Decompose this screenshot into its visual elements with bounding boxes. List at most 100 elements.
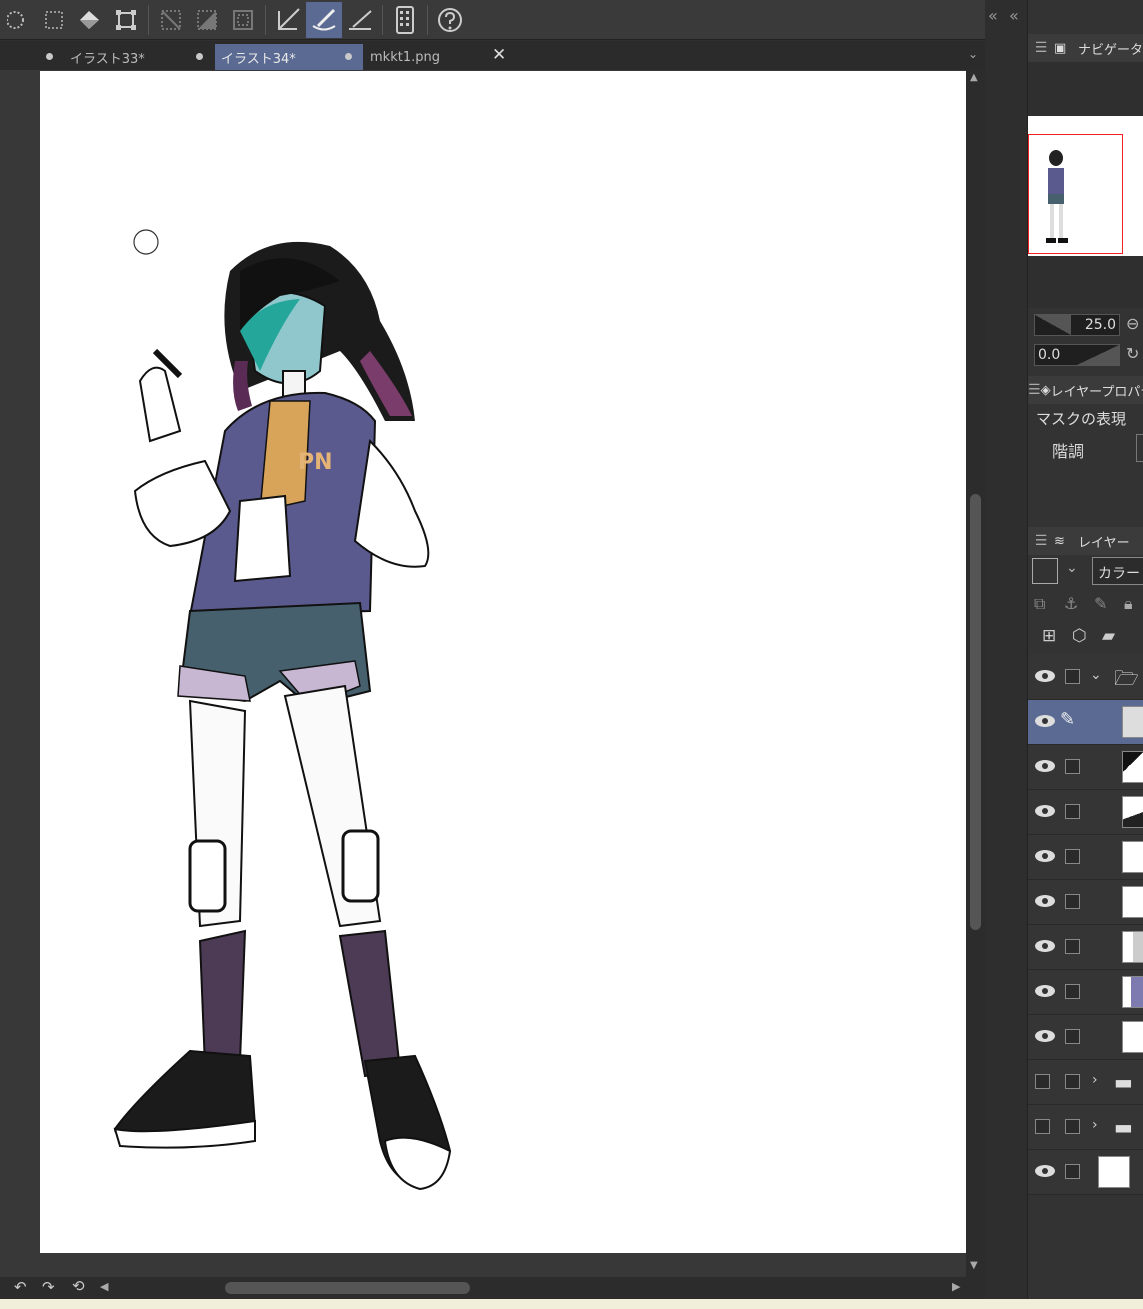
eye-icon[interactable]: [1034, 983, 1056, 1002]
fill-bucket-icon[interactable]: [72, 2, 108, 38]
close-icon[interactable]: ✕: [492, 45, 506, 65]
eye-icon[interactable]: [1034, 893, 1056, 912]
checkbox[interactable]: [1065, 759, 1080, 774]
collapse-left-icon[interactable]: «: [988, 6, 998, 25]
chevron-right-icon[interactable]: ›: [1092, 1072, 1098, 1088]
canvas-area[interactable]: PN ▲ ▼: [0, 70, 985, 1277]
layer-row-paper[interactable]: [1028, 1150, 1143, 1195]
menu-icon[interactable]: ☰: [1028, 40, 1054, 56]
rotation-slider[interactable]: 0.0: [1034, 344, 1120, 366]
clip-icon[interactable]: ⧉: [1034, 594, 1045, 614]
character-illustration: PN: [113, 229, 452, 1191]
rotate-icon[interactable]: ↻: [1126, 344, 1139, 363]
layer-row[interactable]: [1028, 880, 1143, 925]
brush-cursor: [133, 229, 159, 255]
checkbox[interactable]: [1065, 669, 1080, 684]
checkbox[interactable]: [1065, 984, 1080, 999]
menu-icon[interactable]: ☰: [1028, 382, 1041, 398]
document-tab-bar: イラスト33* イラスト34* mkkt1.png ✕ ⌄: [0, 41, 985, 70]
lock-icon[interactable]: 🔒︎: [1124, 594, 1133, 614]
eye-icon[interactable]: [1034, 713, 1056, 732]
canvas-paper[interactable]: PN: [40, 71, 966, 1253]
brush-active-icon[interactable]: [306, 1, 342, 38]
blend-mode-select[interactable]: カラー: [1092, 557, 1143, 585]
layer-row[interactable]: [1028, 745, 1143, 790]
device-icon[interactable]: [387, 2, 423, 38]
chevron-left-icon[interactable]: ◀: [100, 1280, 108, 1293]
zoom-slider[interactable]: 25.0: [1034, 314, 1120, 336]
zoom-out-icon[interactable]: ⊖: [1126, 314, 1139, 333]
panel-splitter[interactable]: « «: [985, 0, 1027, 1299]
checkbox[interactable]: [1065, 849, 1080, 864]
navigator-preview[interactable]: [1028, 62, 1143, 308]
checkbox[interactable]: [1065, 1119, 1080, 1134]
vertical-scroll-thumb[interactable]: [970, 494, 981, 930]
tab-mkkt1[interactable]: mkkt1.png ✕: [364, 44, 512, 70]
layer-row[interactable]: [1028, 835, 1143, 880]
layer-row-folder-closed[interactable]: › ▬: [1028, 1060, 1143, 1105]
checkbox[interactable]: [1065, 939, 1080, 954]
eye-icon[interactable]: [1034, 1028, 1056, 1047]
eye-icon[interactable]: [1034, 1163, 1056, 1182]
layer-row[interactable]: [1028, 1015, 1143, 1060]
checkbox[interactable]: [1065, 1164, 1080, 1179]
gradation-field[interactable]: [1136, 434, 1143, 462]
new-raster-layer-icon[interactable]: ⊞: [1042, 626, 1056, 646]
tab-illust33[interactable]: イラスト33*: [64, 44, 214, 70]
layer-row-folder-closed[interactable]: › ▬: [1028, 1105, 1143, 1150]
rotation-value: 0.0: [1038, 347, 1061, 363]
navigator-panel-header[interactable]: ☰ ▣ ナビゲータ: [1028, 34, 1143, 62]
select-invert-icon[interactable]: [189, 2, 225, 38]
redo-icon[interactable]: ↷: [42, 1278, 55, 1296]
vertical-scrollbar[interactable]: ▲ ▼: [966, 70, 985, 1277]
rotate-reset-icon[interactable]: ⟲: [72, 1277, 85, 1295]
undo-icon[interactable]: ↶: [14, 1278, 27, 1296]
chevron-down-icon[interactable]: ▼: [970, 1260, 978, 1271]
visibility-checkbox[interactable]: [1035, 1119, 1050, 1134]
checkbox[interactable]: [1065, 804, 1080, 819]
dotted-select-icon[interactable]: [36, 2, 72, 38]
layer-row[interactable]: [1028, 790, 1143, 835]
select-clear-icon[interactable]: [153, 2, 189, 38]
eye-icon[interactable]: [1034, 848, 1056, 867]
layer-row-folder-open[interactable]: ⌄ 🗁︎: [1028, 655, 1143, 700]
chevron-down-icon[interactable]: ⌄: [1066, 560, 1078, 576]
new-folder-icon[interactable]: ▰: [1102, 626, 1115, 646]
paper-thumbnail: [1098, 1156, 1130, 1188]
checkbox[interactable]: [1065, 1074, 1080, 1089]
layer-color-swatch[interactable]: [1032, 558, 1058, 584]
new-vector-layer-icon[interactable]: ⬡: [1072, 626, 1087, 646]
pen-baseline-icon[interactable]: [342, 2, 378, 38]
chevron-down-icon[interactable]: ⌄: [1090, 667, 1102, 683]
eye-icon[interactable]: [1034, 758, 1056, 777]
layer-panel-header[interactable]: ☰ ≋ レイヤー: [1028, 527, 1143, 555]
eye-icon[interactable]: [1034, 938, 1056, 957]
chevron-right-icon[interactable]: ▶: [952, 1280, 960, 1293]
layer-thumbnail: [1122, 706, 1143, 738]
tab-illust34[interactable]: イラスト34*: [215, 44, 363, 70]
horizontal-scroll-thumb[interactable]: [225, 1282, 470, 1294]
checkbox[interactable]: [1065, 894, 1080, 909]
visibility-checkbox[interactable]: [1035, 1074, 1050, 1089]
lasso-dotted-icon[interactable]: [0, 2, 36, 38]
chevron-up-icon[interactable]: ▲: [970, 72, 978, 83]
eye-icon[interactable]: [1034, 803, 1056, 822]
help-icon[interactable]: [432, 2, 468, 38]
pen-ruler-icon[interactable]: [270, 2, 306, 38]
checkbox[interactable]: [1065, 1029, 1080, 1044]
eye-icon[interactable]: [1034, 668, 1056, 687]
layer-row-selected[interactable]: ✎: [1028, 700, 1143, 745]
collapse-left-icon[interactable]: «: [1009, 6, 1019, 25]
pen-icon: ✎: [1060, 709, 1076, 730]
draft-icon[interactable]: ✎: [1094, 594, 1107, 613]
layer-row[interactable]: [1028, 925, 1143, 970]
select-border-icon[interactable]: [225, 2, 261, 38]
layer-thumbnail: [1122, 796, 1143, 828]
transform-icon[interactable]: [108, 2, 144, 38]
reference-icon[interactable]: ⚓: [1064, 594, 1078, 613]
layer-row[interactable]: [1028, 970, 1143, 1015]
chevron-right-icon[interactable]: ›: [1092, 1117, 1098, 1133]
chevron-down-icon[interactable]: ⌄: [968, 47, 978, 61]
menu-icon[interactable]: ☰: [1028, 533, 1054, 549]
layer-property-header[interactable]: ☰ ◈ レイヤープロパティ: [1028, 376, 1143, 404]
